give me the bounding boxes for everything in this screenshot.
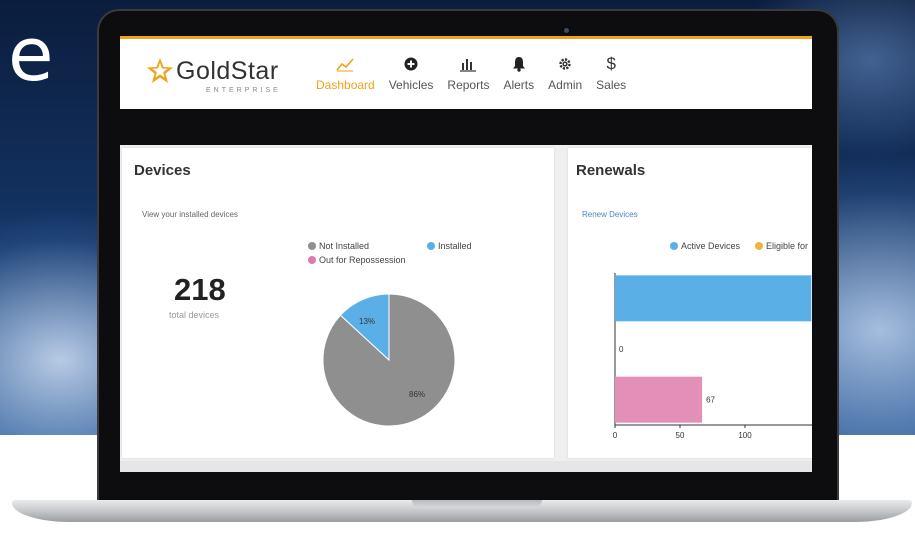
- nav-label: Sales: [596, 78, 627, 92]
- devices-pie-chart: 86% 13%: [322, 293, 456, 427]
- pie-label-installed: 13%: [359, 317, 375, 326]
- header-band: [120, 109, 812, 145]
- nav-label: Reports: [447, 78, 490, 92]
- dollar-icon: $: [606, 54, 616, 73]
- legend-active-devices[interactable]: Active Devices: [670, 241, 740, 251]
- app-screen: GoldStar ENTERPRISE Dashboard Vehicles R…: [120, 36, 812, 472]
- legend-label: Not Installed: [319, 241, 370, 251]
- bar-active-devices-row-0: [615, 275, 812, 322]
- devices-title: Devices: [134, 162, 191, 179]
- bar-chart-icon: [459, 53, 477, 75]
- legend-swatch: [670, 242, 678, 250]
- nav-label: Dashboard: [316, 78, 375, 92]
- pie-label-not-installed: 86%: [409, 390, 425, 399]
- total-devices-count: 218: [174, 272, 226, 307]
- laptop-base: [12, 500, 912, 522]
- x-tick-label: 100: [738, 431, 752, 440]
- legend-installed[interactable]: Installed: [427, 241, 472, 251]
- nav-label: Admin: [548, 78, 583, 92]
- laptop-notch: [412, 500, 542, 508]
- bar-value-label: 0: [619, 345, 624, 354]
- legend-label: Installed: [438, 241, 472, 251]
- legend-swatch: [755, 242, 763, 250]
- nav-vehicles[interactable]: Vehicles: [388, 53, 434, 103]
- legend-swatch: [427, 242, 435, 250]
- background-letter: e: [8, 12, 54, 98]
- devices-card: Devices View your installed devices Not …: [122, 148, 554, 458]
- nav-label: Alerts: [503, 78, 535, 92]
- star-logo-icon: [147, 58, 173, 83]
- bell-icon: [512, 53, 526, 75]
- bar-series-2-row-2: [615, 376, 703, 423]
- renewals-card: Renewals Renew Devices Active Devices El…: [568, 148, 812, 458]
- devices-subtitle[interactable]: View your installed devices: [142, 210, 238, 219]
- nav-admin[interactable]: Admin: [548, 53, 582, 103]
- plus-circle-icon: [404, 53, 418, 75]
- legend-not-installed[interactable]: Not Installed: [308, 241, 369, 251]
- chart-line-icon: [336, 53, 354, 75]
- x-tick-label: 50: [676, 431, 685, 440]
- nav-sales[interactable]: $ Sales: [596, 53, 626, 103]
- brand-logo[interactable]: GoldStar ENTERPRISE: [146, 57, 296, 97]
- legend-out-for-repossession[interactable]: Out for Repossession: [308, 255, 406, 265]
- nav-label: Vehicles: [388, 78, 434, 92]
- renew-devices-link[interactable]: Renew Devices: [582, 210, 638, 219]
- total-devices-label: total devices: [169, 310, 220, 320]
- footer-strip: [120, 461, 812, 472]
- nav-alerts[interactable]: Alerts: [503, 53, 534, 103]
- x-tick-label: 0: [613, 431, 618, 440]
- legend-label: Active Devices: [681, 241, 741, 251]
- brand-subtitle: ENTERPRISE: [206, 87, 281, 94]
- nav-dashboard[interactable]: Dashboard: [316, 53, 375, 103]
- nav-reports[interactable]: Reports: [447, 53, 489, 103]
- renewals-bar-chart: 0 67 0 50 100: [613, 273, 812, 440]
- legend-swatch: [308, 256, 316, 264]
- gear-icon: [558, 53, 572, 75]
- legend-swatch: [308, 242, 316, 250]
- brand-name: GoldStar: [176, 57, 279, 85]
- bar-value-label: 67: [706, 396, 715, 405]
- main-nav: Dashboard Vehicles Reports Alerts Admin …: [316, 53, 640, 103]
- camera-icon: [564, 28, 569, 33]
- renewals-title: Renewals: [576, 162, 646, 179]
- legend-label: Eligible for: [766, 241, 809, 251]
- top-navbar: GoldStar ENTERPRISE Dashboard Vehicles R…: [120, 36, 812, 109]
- legend-eligible[interactable]: Eligible for: [755, 241, 808, 251]
- legend-label: Out for Repossession: [319, 255, 406, 265]
